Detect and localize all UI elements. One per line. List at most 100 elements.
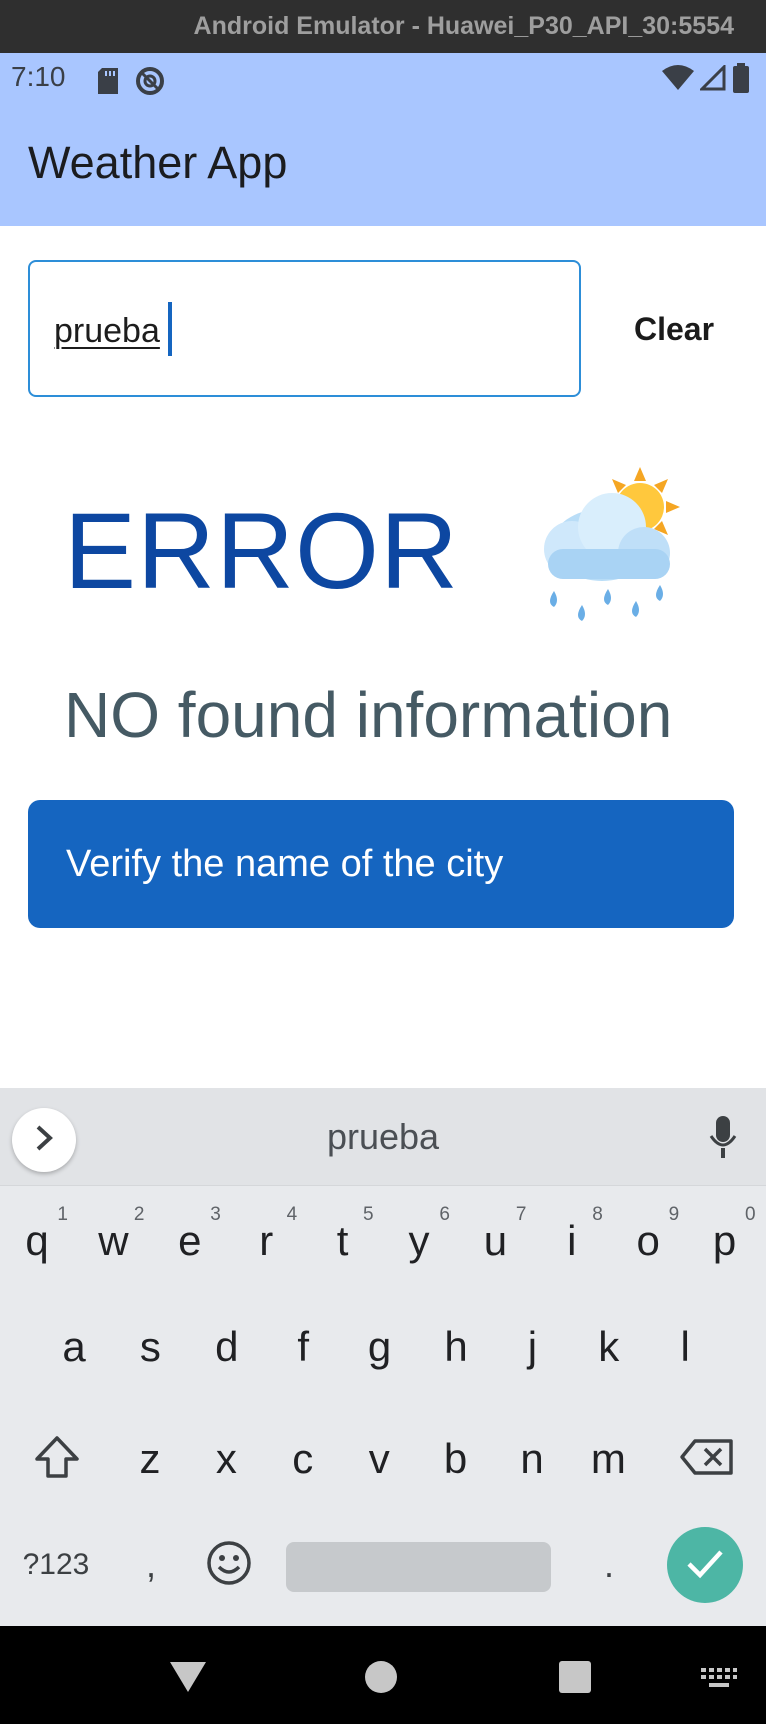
key-j[interactable]: j bbox=[497, 1302, 567, 1392]
checkmark-icon bbox=[685, 1547, 725, 1584]
key-label: r bbox=[259, 1217, 274, 1264]
key-hint: 8 bbox=[592, 1204, 603, 1225]
key-s[interactable]: s bbox=[115, 1302, 185, 1392]
status-bar: 7:10 bbox=[0, 53, 766, 107]
key-label: y bbox=[408, 1217, 430, 1264]
key-x[interactable]: x bbox=[191, 1414, 261, 1504]
key-hint: 0 bbox=[745, 1204, 756, 1225]
home-circle-icon[interactable] bbox=[364, 1660, 398, 1699]
key-label: o bbox=[636, 1217, 660, 1264]
system-navigation-bar bbox=[0, 1626, 766, 1724]
snackbar-text: Verify the name of the city bbox=[66, 842, 504, 885]
key-label: d bbox=[215, 1323, 239, 1370]
shift-icon bbox=[33, 1435, 81, 1484]
key-b[interactable]: b bbox=[421, 1414, 491, 1504]
shift-key[interactable] bbox=[22, 1414, 92, 1504]
recents-square-icon[interactable] bbox=[558, 1660, 592, 1699]
key-c[interactable]: c bbox=[268, 1414, 338, 1504]
key-z[interactable]: z bbox=[115, 1414, 185, 1504]
period-key[interactable]: . bbox=[576, 1522, 642, 1608]
key-w[interactable]: w2 bbox=[78, 1196, 148, 1286]
key-hint: 9 bbox=[668, 1204, 680, 1225]
search-input-value: prueba bbox=[54, 312, 160, 350]
key-label: p bbox=[712, 1217, 737, 1264]
key-q[interactable]: q1 bbox=[2, 1196, 72, 1286]
wifi-icon bbox=[662, 65, 694, 96]
key-hint: 7 bbox=[515, 1204, 527, 1225]
key-hint: 5 bbox=[363, 1204, 374, 1225]
app-title: Weather App bbox=[28, 137, 288, 188]
comma-key[interactable]: , bbox=[118, 1522, 184, 1608]
sun-behind-rain-cloud-icon bbox=[532, 465, 692, 635]
emulator-title-bar: Android Emulator - Huawei_P30_API_30:555… bbox=[0, 0, 766, 53]
key-l[interactable]: l bbox=[650, 1302, 720, 1392]
key-p[interactable]: p0 bbox=[690, 1196, 760, 1286]
key-label: x bbox=[215, 1435, 237, 1482]
key-label: e bbox=[178, 1217, 202, 1264]
key-label: f bbox=[297, 1323, 310, 1370]
key-label: v bbox=[368, 1435, 390, 1482]
emoji-key[interactable] bbox=[196, 1522, 262, 1608]
key-d[interactable]: d bbox=[192, 1302, 262, 1392]
key-hint: 1 bbox=[57, 1204, 68, 1225]
key-k[interactable]: k bbox=[574, 1302, 644, 1392]
key-y[interactable]: y6 bbox=[384, 1196, 454, 1286]
spacebar-key[interactable] bbox=[286, 1542, 551, 1592]
suggestion-strip: prueba bbox=[0, 1088, 766, 1186]
status-time: 7:10 bbox=[11, 61, 66, 92]
sd-card-icon bbox=[96, 67, 120, 100]
back-triangle-icon[interactable] bbox=[168, 1660, 208, 1699]
key-t[interactable]: t5 bbox=[308, 1196, 378, 1286]
key-hint: 6 bbox=[439, 1204, 450, 1225]
key-a[interactable]: a bbox=[39, 1302, 109, 1392]
key-g[interactable]: g bbox=[345, 1302, 415, 1392]
done-key[interactable] bbox=[667, 1527, 743, 1603]
key-label: j bbox=[527, 1323, 538, 1370]
key-label: t bbox=[336, 1217, 349, 1264]
key-label: w bbox=[98, 1217, 129, 1264]
key-hint: 4 bbox=[286, 1204, 298, 1225]
key-r[interactable]: r4 bbox=[231, 1196, 301, 1286]
key-label: a bbox=[62, 1323, 86, 1370]
key-label: i bbox=[567, 1217, 577, 1264]
key-h[interactable]: h bbox=[421, 1302, 491, 1392]
no-info-message: NO found information bbox=[64, 679, 673, 751]
clear-button[interactable]: Clear bbox=[612, 294, 736, 364]
battery-icon bbox=[732, 63, 750, 98]
backspace-key[interactable] bbox=[670, 1414, 744, 1504]
backspace-icon bbox=[679, 1438, 735, 1481]
expand-toolbar-button[interactable] bbox=[12, 1108, 76, 1172]
key-label: z bbox=[139, 1435, 161, 1482]
suggestion-word[interactable]: prueba bbox=[0, 1088, 766, 1186]
key-label: g bbox=[367, 1323, 392, 1370]
key-hint: 3 bbox=[210, 1204, 221, 1225]
key-n[interactable]: n bbox=[497, 1414, 567, 1504]
key-label: k bbox=[598, 1323, 620, 1370]
error-title: ERROR bbox=[64, 490, 460, 611]
key-o[interactable]: o9 bbox=[613, 1196, 683, 1286]
city-search-input[interactable]: prueba bbox=[28, 260, 581, 397]
key-v[interactable]: v bbox=[344, 1414, 414, 1504]
app-bar: 7:10 Weather App bbox=[0, 53, 766, 226]
key-f[interactable]: f bbox=[268, 1302, 338, 1392]
key-label: h bbox=[444, 1323, 468, 1370]
key-label: m bbox=[590, 1435, 626, 1482]
text-cursor bbox=[168, 302, 172, 356]
no-disturb-icon bbox=[134, 65, 166, 102]
key-label: q bbox=[25, 1217, 49, 1264]
cell-signal-icon bbox=[698, 63, 726, 96]
key-m[interactable]: m bbox=[573, 1414, 643, 1504]
key-i[interactable]: i8 bbox=[537, 1196, 607, 1286]
key-e[interactable]: e3 bbox=[155, 1196, 225, 1286]
symbols-key[interactable]: ?123 bbox=[16, 1522, 96, 1608]
microphone-icon bbox=[708, 1116, 738, 1164]
key-label: n bbox=[520, 1435, 544, 1482]
key-label: u bbox=[483, 1217, 508, 1264]
key-hint: 2 bbox=[133, 1204, 145, 1225]
key-label: c bbox=[292, 1435, 314, 1482]
voice-input-button[interactable] bbox=[708, 1114, 738, 1165]
key-label: l bbox=[680, 1323, 690, 1370]
key-u[interactable]: u7 bbox=[460, 1196, 530, 1286]
keyboard-switch-icon[interactable] bbox=[700, 1666, 738, 1695]
key-label: s bbox=[139, 1323, 161, 1370]
